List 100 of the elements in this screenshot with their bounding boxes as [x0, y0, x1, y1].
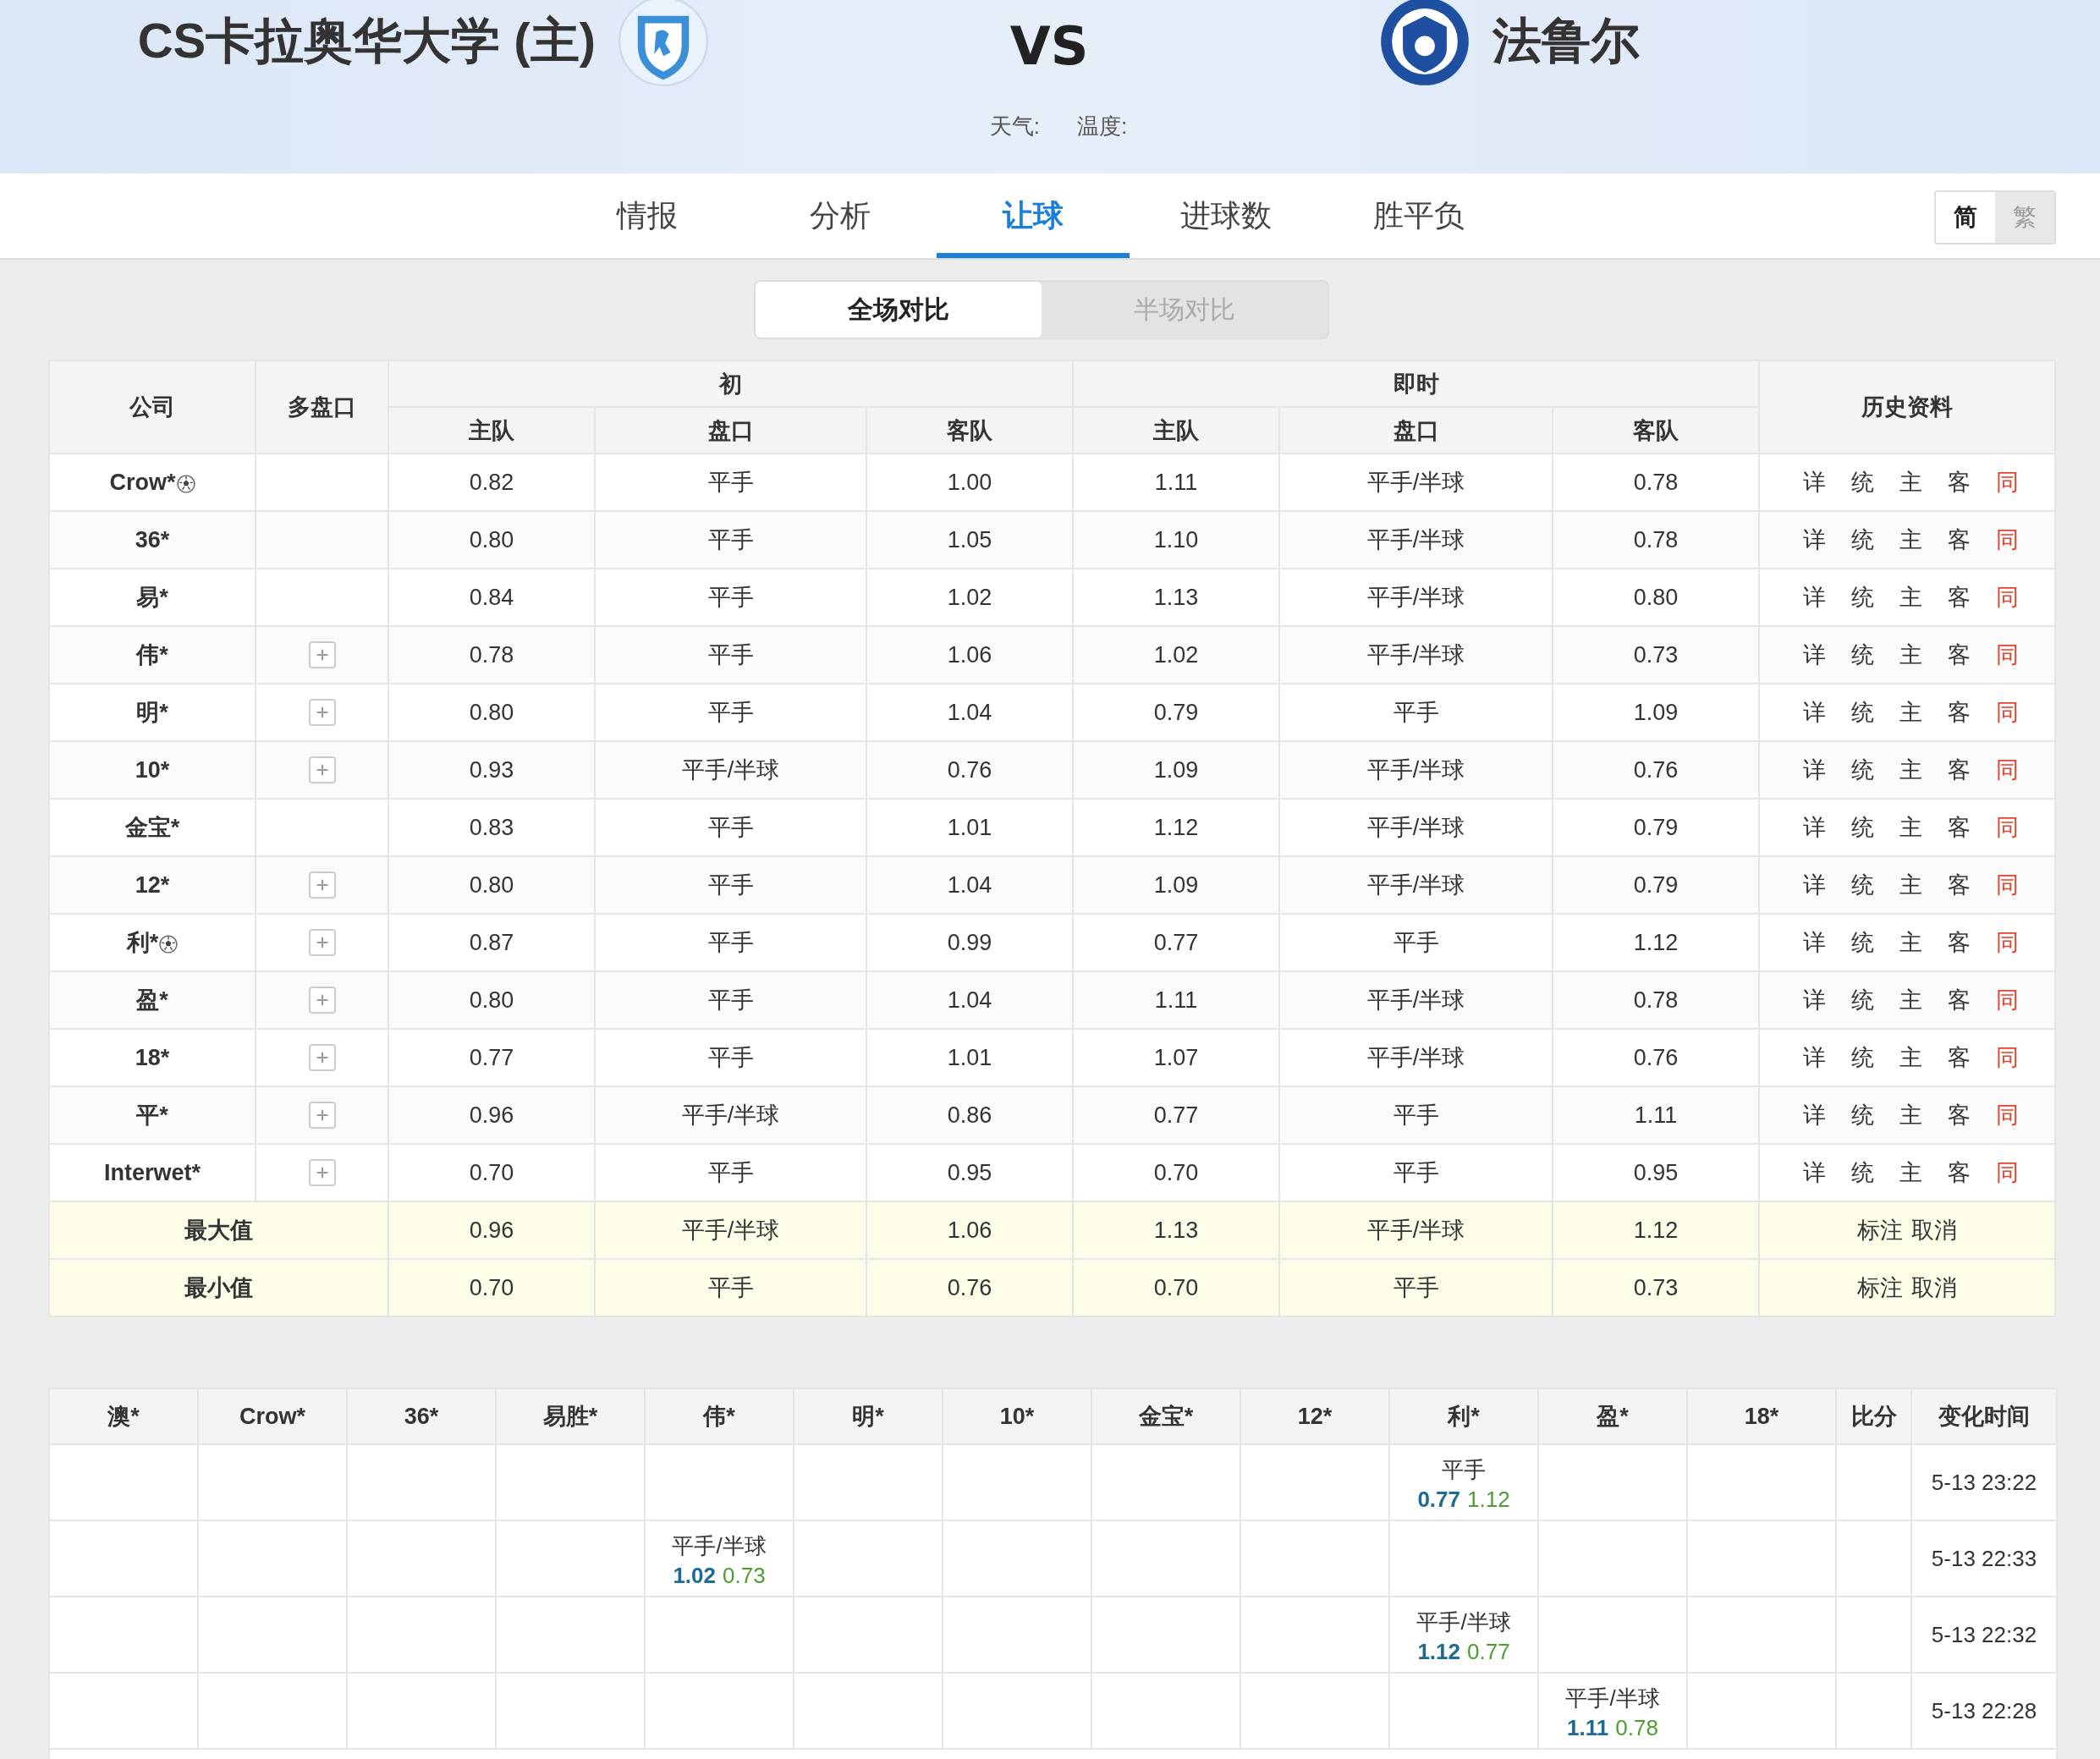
expand-button[interactable]: [308, 756, 336, 784]
away-odds: 0.73: [723, 1563, 766, 1589]
history-link[interactable]: 详: [1802, 640, 1826, 670]
history-link[interactable]: 详: [1802, 985, 1826, 1015]
history-link[interactable]: 客: [1947, 755, 1971, 785]
history-link[interactable]: 统: [1850, 812, 1874, 843]
odds-cell: 1.13: [1073, 1201, 1280, 1259]
expand-button[interactable]: [308, 1102, 336, 1130]
history-link[interactable]: 统: [1850, 640, 1874, 670]
history-link[interactable]: 主: [1899, 985, 1922, 1015]
history-link[interactable]: 客: [1947, 697, 1971, 728]
column-header: 澳*: [49, 1388, 198, 1444]
history-link[interactable]: 详: [1802, 1157, 1826, 1188]
history-link[interactable]: 详: [1802, 582, 1826, 613]
history-link[interactable]: 客: [1947, 467, 1971, 497]
tab[interactable]: 胜平负: [1322, 173, 1515, 258]
history-link[interactable]: 同: [1995, 1100, 2019, 1130]
history-link[interactable]: 详: [1802, 812, 1826, 843]
history-link[interactable]: 详: [1802, 1042, 1826, 1073]
history-link[interactable]: 主: [1899, 582, 1922, 613]
history-link[interactable]: 客: [1947, 525, 1971, 555]
history-link[interactable]: 详: [1802, 467, 1826, 497]
column-header: 12*: [1240, 1388, 1389, 1444]
odds-cell: 1.09: [1073, 856, 1280, 914]
history-link[interactable]: 同: [1995, 1157, 2019, 1188]
history-link[interactable]: 主: [1899, 870, 1922, 900]
column-header: 客队: [866, 407, 1074, 453]
history-link[interactable]: 详: [1802, 697, 1826, 728]
history-link[interactable]: 同: [1995, 525, 2019, 555]
history-link[interactable]: 统: [1850, 870, 1874, 900]
expand-button[interactable]: [308, 987, 336, 1014]
history-link[interactable]: 客: [1947, 1157, 1971, 1188]
history-link[interactable]: 主: [1899, 812, 1922, 843]
history-link[interactable]: 客: [1947, 1100, 1971, 1130]
history-link[interactable]: 客: [1947, 582, 1971, 613]
history-link[interactable]: 主: [1899, 467, 1922, 497]
history-link[interactable]: 同: [1995, 582, 2019, 613]
history-link[interactable]: 客: [1947, 870, 1971, 900]
tab[interactable]: 情报: [551, 173, 744, 258]
expand-button[interactable]: [308, 1159, 336, 1187]
tab[interactable]: 让球: [937, 173, 1130, 258]
history-link[interactable]: 主: [1899, 697, 1922, 728]
history-link[interactable]: 详: [1802, 755, 1826, 785]
action-link[interactable]: 取消: [1911, 1273, 1958, 1303]
tab[interactable]: 进球数: [1130, 173, 1322, 258]
expand-button[interactable]: [308, 699, 336, 727]
action-link[interactable]: 取消: [1911, 1215, 1958, 1245]
odds-cell: 平手/半球: [595, 1086, 866, 1144]
history-link[interactable]: 详: [1802, 525, 1826, 555]
history-link[interactable]: 统: [1850, 1100, 1874, 1130]
history-link[interactable]: 同: [1995, 640, 2019, 670]
history-link[interactable]: 统: [1850, 985, 1874, 1015]
history-link[interactable]: 同: [1995, 927, 2019, 958]
history-link[interactable]: 统: [1850, 927, 1874, 958]
history-link[interactable]: 详: [1802, 870, 1826, 900]
history-link[interactable]: 主: [1899, 1157, 1922, 1188]
history-link[interactable]: 主: [1899, 640, 1922, 670]
history-link[interactable]: 统: [1850, 755, 1874, 785]
history-link[interactable]: 主: [1899, 927, 1922, 958]
tab[interactable]: 分析: [744, 173, 937, 258]
odds-cell: 0.70: [388, 1259, 595, 1317]
history-link[interactable]: 同: [1995, 870, 2019, 900]
history-link[interactable]: 统: [1850, 467, 1874, 497]
history-link[interactable]: 主: [1899, 1100, 1922, 1130]
history-link[interactable]: 客: [1947, 1042, 1971, 1073]
history-link[interactable]: 统: [1850, 1157, 1874, 1188]
history-link[interactable]: 统: [1850, 525, 1874, 555]
history-link[interactable]: 详: [1802, 1100, 1826, 1130]
history-link[interactable]: 同: [1995, 812, 2019, 843]
action-link[interactable]: 标注: [1857, 1215, 1904, 1245]
expand-button[interactable]: [308, 929, 336, 957]
column-header: 比分: [1836, 1388, 1911, 1444]
history-link[interactable]: 同: [1995, 985, 2019, 1015]
compare-toggle-button[interactable]: 全场对比: [756, 282, 1042, 338]
history-link[interactable]: 客: [1947, 985, 1971, 1015]
history-link[interactable]: 同: [1995, 755, 2019, 785]
history-link[interactable]: 详: [1802, 927, 1826, 958]
odds-cell: 1.12: [1553, 1201, 1760, 1259]
history-link[interactable]: 主: [1899, 525, 1922, 555]
history-link[interactable]: 客: [1947, 812, 1971, 843]
odds-cell: 平手/半球: [1279, 971, 1553, 1029]
history-link[interactable]: 同: [1995, 467, 2019, 497]
expand-button[interactable]: [308, 641, 336, 669]
expand-button[interactable]: [308, 1044, 336, 1072]
history-link[interactable]: 主: [1899, 1042, 1922, 1073]
history-link[interactable]: 统: [1850, 697, 1874, 728]
history-link[interactable]: 客: [1947, 640, 1971, 670]
expand-button[interactable]: [308, 871, 336, 899]
odds-cell: 平手: [595, 1259, 866, 1317]
history-link[interactable]: 统: [1850, 582, 1874, 613]
history-link[interactable]: 同: [1995, 1042, 2019, 1073]
history-link[interactable]: 客: [1947, 927, 1971, 958]
odds-cell: 0.70: [1073, 1259, 1280, 1317]
history-link[interactable]: 主: [1899, 755, 1922, 785]
history-link[interactable]: 统: [1850, 1042, 1874, 1073]
column-header: 历史资料: [1759, 360, 2055, 453]
history-link[interactable]: 同: [1995, 697, 2019, 728]
odds-cell: 1.04: [866, 971, 1074, 1029]
action-link[interactable]: 标注: [1857, 1273, 1904, 1303]
odds-cell: 1.09: [1073, 741, 1280, 799]
